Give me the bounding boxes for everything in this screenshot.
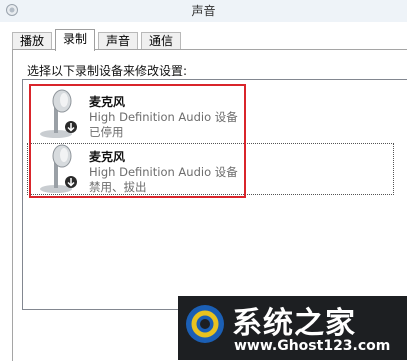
device-item[interactable]: 麦克风 High Definition Audio 设备 禁用、拔出 [27, 143, 394, 195]
watermark-url: www.Ghost123.com [234, 338, 391, 354]
microphone-icon [40, 89, 77, 138]
tab-playback[interactable]: 播放 [12, 32, 53, 50]
title-bar: 声音 [0, 0, 407, 23]
watermark: 系统之家 www.Ghost123.com [178, 296, 407, 360]
device-description: High Definition Audio 设备 [89, 110, 238, 124]
watermark-title: 系统之家 [232, 306, 356, 341]
tab-recording[interactable]: 录制 [55, 29, 96, 51]
site-logo-icon [186, 305, 224, 343]
window-title: 声音 [191, 4, 216, 18]
device-item[interactable]: 麦克风 High Definition Audio 设备 已停用 [28, 89, 388, 141]
device-status: 禁用、拔出 [89, 180, 147, 194]
device-name: 麦克风 [89, 150, 126, 164]
tab-sounds[interactable]: 声音 [98, 32, 139, 50]
device-status: 已停用 [89, 125, 124, 139]
tab-communications[interactable]: 通信 [141, 32, 182, 50]
device-name: 麦克风 [89, 95, 126, 109]
instructions-text: 选择以下录制设备来修改设置: [27, 64, 188, 78]
tab-strip: 播放 录制 声音 通信 [0, 22, 407, 51]
microphone-icon [40, 144, 77, 193]
device-description: High Definition Audio 设备 [89, 165, 238, 179]
